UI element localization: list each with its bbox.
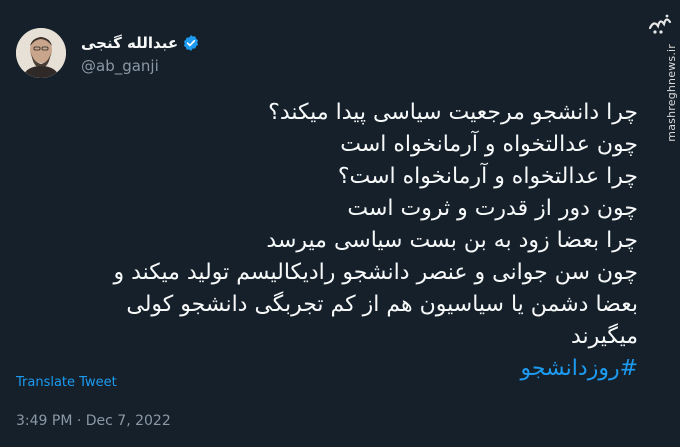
- avatar[interactable]: [16, 28, 66, 78]
- tweet-line: چون سن جوانی و عنصر دانشجو رادیکالیسم تو…: [113, 260, 639, 285]
- hashtag-link[interactable]: #روزدانشجو: [60, 353, 638, 385]
- tweet-line: چرا بعضا زود به بن بست سیاسی میرسد: [266, 228, 638, 253]
- verified-badge-icon: [184, 35, 199, 51]
- author-name-row[interactable]: عبدالله گنجی: [81, 34, 200, 52]
- watermark: mashreghnews.ir: [646, 0, 680, 447]
- watermark-text: mashreghnews.ir: [665, 44, 678, 142]
- author-name[interactable]: عبدالله گنجی: [81, 34, 178, 52]
- author-handle[interactable]: @ab_ganji: [81, 57, 159, 75]
- tweet-line: میگیرند: [570, 324, 638, 349]
- tweet-card: عبدالله گنجی @ab_ganji چرا دانشجو مرجعیت…: [0, 0, 680, 447]
- tweet-line: چرا عدالتخواه و آرمانخواه است؟: [337, 164, 638, 189]
- tweet-line: چون دور از قدرت و ثروت است: [347, 196, 638, 221]
- tweet-timestamp[interactable]: 3:49 PM · Dec 7, 2022: [16, 413, 171, 429]
- tweet-line: چرا دانشجو مرجعیت سیاسی پیدا میکند؟: [268, 100, 638, 125]
- translate-tweet-link[interactable]: Translate Tweet: [16, 375, 117, 390]
- avatar-image: [16, 28, 66, 78]
- mashregh-logo-icon: [648, 14, 672, 34]
- tweet-text: چرا دانشجو مرجعیت سیاسی پیدا میکند؟ چون …: [60, 97, 639, 385]
- tweet-line: بعضا دشمن یا سیاسیون هم از کم تجربگی دان…: [126, 292, 638, 317]
- tweet-line: چون عدالتخواه و آرمانخواه است: [340, 132, 638, 157]
